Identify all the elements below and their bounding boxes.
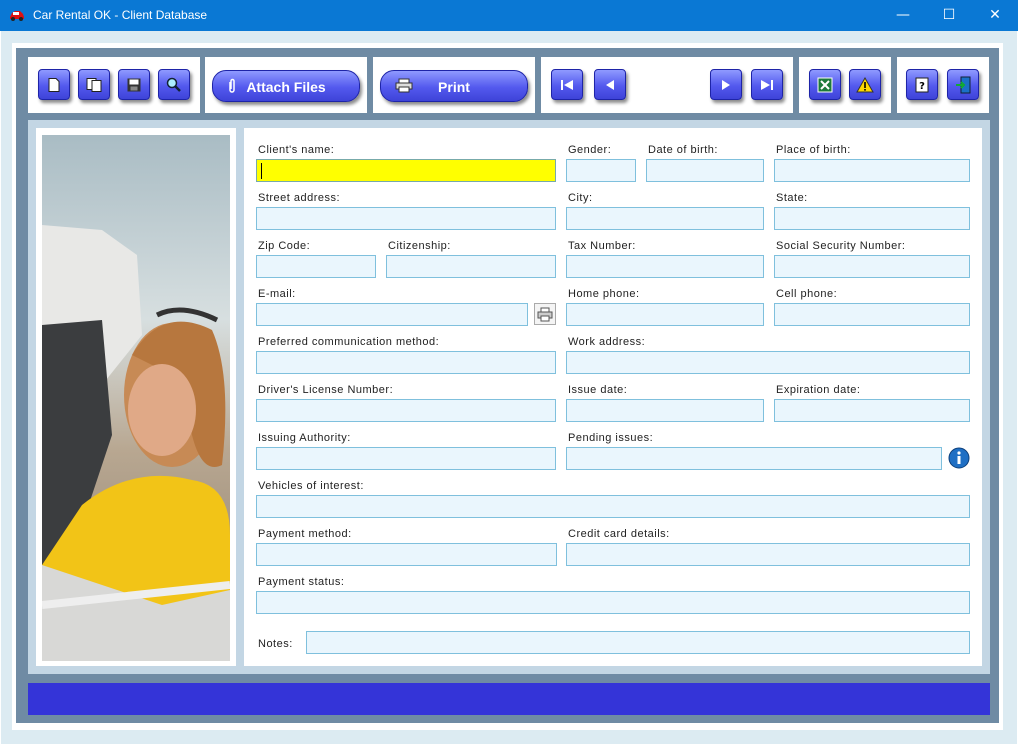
- attach-files-button[interactable]: Attach Files: [212, 70, 360, 102]
- place-of-birth-label: Place of birth:: [776, 144, 851, 156]
- issue-date-field[interactable]: [566, 399, 764, 422]
- status-bar: [28, 683, 990, 715]
- info-icon[interactable]: [948, 447, 970, 469]
- citizenship-label: Citizenship:: [388, 240, 451, 252]
- cell-phone-field[interactable]: [774, 303, 970, 326]
- last-record-icon: [761, 79, 773, 90]
- ssn-label: Social Security Number:: [776, 240, 906, 252]
- warning-icon: [856, 76, 874, 92]
- excel-export-button[interactable]: [809, 69, 841, 100]
- credit-card-details-label: Credit card details:: [568, 528, 670, 540]
- previous-record-icon: [606, 79, 614, 90]
- credit-card-details-field[interactable]: [566, 543, 970, 566]
- title-bar: Car Rental OK - Client Database — ☐ ✕: [0, 0, 1018, 31]
- pending-issues-field[interactable]: [566, 447, 942, 470]
- issue-date-label: Issue date:: [568, 384, 628, 396]
- license-number-label: Driver's License Number:: [258, 384, 394, 396]
- copy-icon: [86, 77, 102, 92]
- new-document-icon: [48, 77, 60, 92]
- preferred-communication-field[interactable]: [256, 351, 556, 374]
- print-label: Print: [438, 79, 470, 95]
- payment-method-label: Payment method:: [258, 528, 352, 540]
- excel-export-icon: [817, 77, 833, 92]
- svg-text:?: ?: [919, 81, 925, 92]
- expiration-date-label: Expiration date:: [776, 384, 861, 396]
- vehicles-of-interest-label: Vehicles of interest:: [258, 480, 364, 492]
- notes-label: Notes:: [258, 638, 293, 650]
- state-field[interactable]: [774, 207, 970, 230]
- copy-record-button[interactable]: [78, 69, 110, 100]
- exit-icon: [956, 76, 971, 93]
- client-photo: [42, 135, 230, 661]
- email-label: E-mail:: [258, 288, 296, 300]
- home-phone-label: Home phone:: [568, 288, 640, 300]
- save-record-button[interactable]: [118, 69, 150, 100]
- help-button[interactable]: ?: [906, 69, 938, 100]
- client-name-field[interactable]: [256, 159, 556, 182]
- work-address-field[interactable]: [566, 351, 970, 374]
- new-record-button[interactable]: [38, 69, 70, 100]
- gender-label: Gender:: [568, 144, 612, 156]
- text-caret: [261, 163, 262, 179]
- attach-files-label: Attach Files: [246, 79, 326, 95]
- next-record-button[interactable]: [710, 69, 742, 100]
- payment-method-field[interactable]: [256, 543, 557, 566]
- pending-issues-label: Pending issues:: [568, 432, 654, 444]
- tax-number-field[interactable]: [566, 255, 764, 278]
- expiration-date-field[interactable]: [774, 399, 970, 422]
- street-address-label: Street address:: [258, 192, 341, 204]
- window-title: Car Rental OK - Client Database: [33, 8, 208, 22]
- close-button[interactable]: ✕: [972, 0, 1018, 31]
- send-email-button[interactable]: [534, 303, 556, 325]
- car-app-icon: [10, 11, 24, 21]
- date-of-birth-field[interactable]: [646, 159, 764, 182]
- email-field[interactable]: [256, 303, 528, 326]
- place-of-birth-field[interactable]: [774, 159, 970, 182]
- warning-button[interactable]: [849, 69, 881, 100]
- city-label: City:: [568, 192, 593, 204]
- city-field[interactable]: [566, 207, 764, 230]
- maximize-button[interactable]: ☐: [926, 0, 972, 31]
- license-number-field[interactable]: [256, 399, 556, 422]
- print-button[interactable]: Print: [380, 70, 528, 102]
- search-button[interactable]: [158, 69, 190, 100]
- preferred-communication-label: Preferred communication method:: [258, 336, 440, 348]
- search-icon: [166, 77, 181, 92]
- work-address-label: Work address:: [568, 336, 646, 348]
- payment-status-label: Payment status:: [258, 576, 345, 588]
- zip-code-label: Zip Code:: [258, 240, 311, 252]
- vehicles-of-interest-field[interactable]: [256, 495, 970, 518]
- first-record-icon: [561, 79, 573, 90]
- issuing-authority-field[interactable]: [256, 447, 556, 470]
- last-record-button[interactable]: [751, 69, 783, 100]
- mail-printer-icon: [537, 307, 553, 322]
- state-label: State:: [776, 192, 808, 204]
- citizenship-field[interactable]: [386, 255, 556, 278]
- save-icon: [127, 78, 141, 91]
- client-name-label: Client's name:: [258, 144, 335, 156]
- first-record-button[interactable]: [551, 69, 583, 100]
- next-record-icon: [722, 79, 730, 90]
- home-phone-field[interactable]: [566, 303, 764, 326]
- notes-field[interactable]: [306, 631, 970, 654]
- payment-status-field[interactable]: [256, 591, 970, 614]
- cell-phone-label: Cell phone:: [776, 288, 838, 300]
- tax-number-label: Tax Number:: [568, 240, 636, 252]
- help-icon: ?: [915, 77, 929, 92]
- issuing-authority-label: Issuing Authority:: [258, 432, 351, 444]
- previous-record-button[interactable]: [594, 69, 626, 100]
- street-address-field[interactable]: [256, 207, 556, 230]
- ssn-field[interactable]: [774, 255, 970, 278]
- date-of-birth-label: Date of birth:: [648, 144, 718, 156]
- zip-code-field[interactable]: [256, 255, 376, 278]
- exit-button[interactable]: [947, 69, 979, 100]
- gender-field[interactable]: [566, 159, 636, 182]
- minimize-button[interactable]: —: [880, 0, 926, 31]
